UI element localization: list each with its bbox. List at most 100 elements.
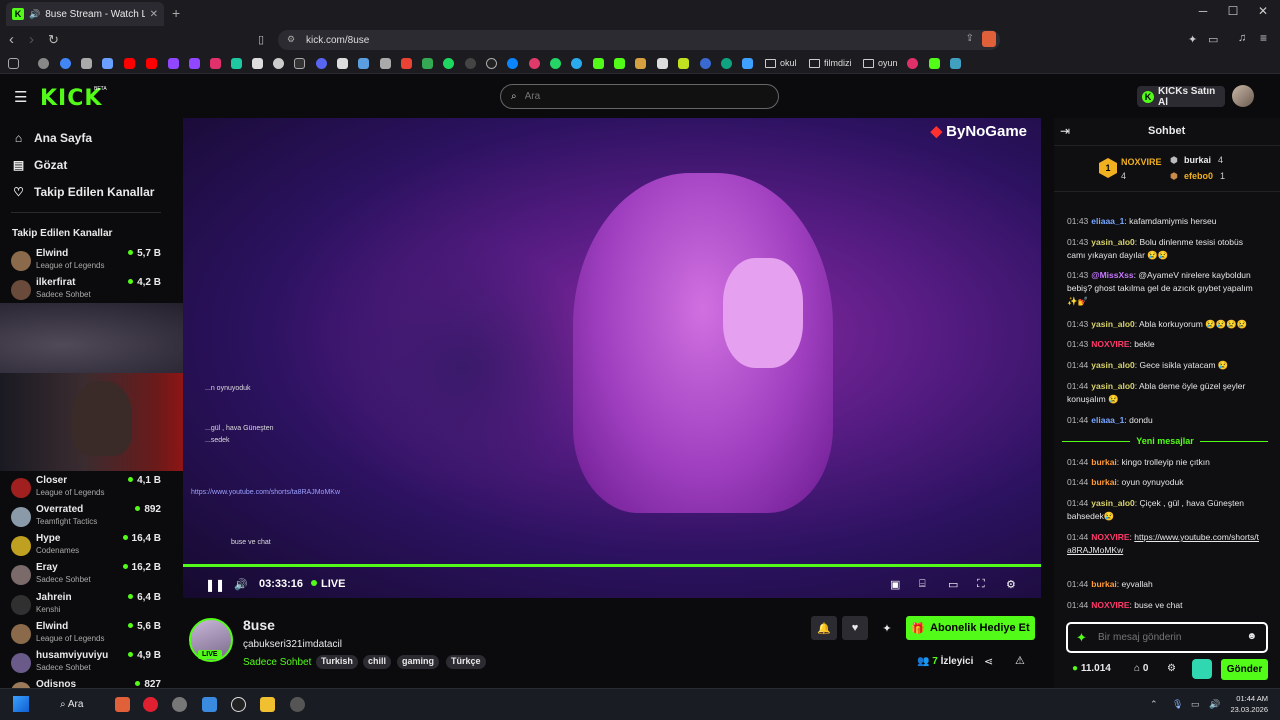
sidebar-channel-item[interactable]: Hype Codenames 16,4 B — [11, 532, 161, 560]
bookmark-kick-icon[interactable] — [929, 58, 940, 69]
chat-input-box[interactable]: ✦ ☻ — [1066, 622, 1268, 653]
gifts-count[interactable]: ⌂ 0 — [1134, 663, 1148, 674]
message-username[interactable]: yasin_alo0 — [1091, 319, 1134, 329]
volume-tray-icon[interactable]: 🔊 — [1209, 699, 1220, 710]
chat-message[interactable]: 01:44 burkai: eyvallah — [1067, 578, 1262, 591]
user-avatar[interactable] — [1232, 85, 1254, 107]
volume-icon[interactable]: 🔊 — [234, 578, 248, 591]
video-progress-bar[interactable] — [183, 564, 1041, 567]
bookmark-whatsapp-icon[interactable] — [550, 58, 561, 69]
media-icon[interactable]: ♫ — [1238, 32, 1246, 44]
bookmark-github-icon[interactable] — [486, 58, 497, 69]
streamer-name[interactable]: 8use — [243, 617, 275, 633]
chat-message[interactable]: 01:44 eliaaa_1: dondu — [1067, 414, 1262, 427]
fullscreen-icon[interactable]: ⛶ — [977, 578, 985, 591]
message-username[interactable]: burkai — [1091, 477, 1117, 487]
tray-chevron-icon[interactable]: ⌃ — [1150, 699, 1158, 710]
tag-gaming[interactable]: gaming — [397, 655, 440, 669]
mic-icon[interactable]: 🎙 — [1172, 699, 1183, 710]
chat-message[interactable]: 01:44 burkai: kingo trolleyip nie çıtkın — [1067, 456, 1262, 469]
apps-icon[interactable] — [8, 58, 19, 69]
chat-message[interactable]: 01:44 yasin_alo0: Abla deme öyle güzel şe… — [1067, 380, 1262, 406]
sidebar-channel-item[interactable]: Eray Sadece Sohbet 16,2 B — [11, 561, 161, 589]
message-username[interactable]: eliaaa_1 — [1091, 415, 1124, 425]
bookmark-x-icon[interactable] — [252, 58, 263, 69]
share-icon[interactable]: ⋖ — [984, 655, 993, 668]
tag-chill[interactable]: chill — [363, 655, 392, 669]
chat-message[interactable]: 01:44 yasin_alo0: Gece isikla yatacam 😢 — [1067, 359, 1262, 372]
close-window-button[interactable]: ✕ — [1248, 4, 1278, 18]
message-username[interactable]: eliaaa_1 — [1091, 216, 1124, 226]
bookmark-site-icon[interactable] — [678, 58, 689, 69]
message-username[interactable]: yasin_alo0 — [1091, 381, 1134, 391]
pause-icon[interactable]: ❚❚ — [205, 578, 225, 592]
forward-icon[interactable]: › — [29, 31, 34, 48]
taskbar-file-explorer-icon[interactable] — [260, 697, 275, 712]
chat-message[interactable]: 01:43 NOXVIRE: bekle — [1067, 338, 1262, 351]
taskbar-app-icon[interactable] — [290, 697, 305, 712]
chat-message[interactable]: 01:43 eliaaa_1: kafamdamiymis herseu — [1067, 215, 1262, 228]
kicks-balance[interactable]: ● 11.014 — [1072, 663, 1111, 674]
message-username[interactable]: yasin_alo0 — [1091, 360, 1134, 370]
pip-icon[interactable]: ▣ — [890, 578, 900, 591]
extensions-icon[interactable]: ✦ — [1188, 33, 1197, 46]
bookmark-discord-icon[interactable] — [316, 58, 327, 69]
sidebar-channel-item[interactable]: Jahrein Kenshi 6,4 B — [11, 591, 161, 619]
bookmark-folder-filmdizi[interactable]: filmdizi — [809, 58, 852, 68]
settings-gear-icon[interactable]: ⚙ — [1006, 578, 1016, 591]
clock-date[interactable]: 23.03.2026 — [1224, 705, 1268, 714]
new-tab-button[interactable]: + — [172, 5, 180, 21]
sparkle-icon[interactable]: ✦ — [874, 616, 900, 640]
bookmark-drive-icon[interactable] — [422, 58, 433, 69]
message-username[interactable]: NOXVIRE — [1091, 339, 1129, 349]
bookmark-site-icon[interactable] — [742, 58, 753, 69]
message-username[interactable]: NOXVIRE — [1091, 600, 1129, 610]
tag-turkce[interactable]: Türkçe — [446, 655, 486, 669]
minimize-button[interactable]: ─ — [1188, 4, 1218, 18]
sidebar-item-home[interactable]: ⌂ Ana Sayfa — [12, 131, 92, 145]
video-player[interactable]: ◆ ByNoGame ...n oynuyoduk ...gül , hava … — [183, 118, 1041, 598]
clip-icon[interactable]: ⌸ — [919, 578, 926, 591]
bookmark-site-icon[interactable] — [81, 58, 92, 69]
message-username[interactable]: burkai — [1091, 457, 1117, 467]
search-input[interactable] — [524, 91, 745, 102]
sidebar-channel-item[interactable]: Overrated Teamfight Tactics 892 — [11, 503, 161, 531]
bookmark-history-icon[interactable] — [38, 58, 49, 69]
subscribe-gift-button[interactable]: 🎁 Abonelik Hediye Et — [906, 616, 1035, 640]
windows-start-icon[interactable] — [13, 696, 29, 712]
brave-shield-icon[interactable] — [982, 31, 996, 47]
bookmark-site-icon[interactable] — [231, 58, 242, 69]
bookmark-site-icon[interactable] — [907, 58, 918, 69]
hamburger-menu-icon[interactable]: ☰ — [14, 88, 27, 106]
reload-icon[interactable]: ↻ — [48, 32, 59, 48]
sidebar-channel-item[interactable]: Elwind League of Legends 5,7 B — [11, 247, 161, 275]
bookmark-youtube-icon[interactable] — [146, 58, 157, 69]
bookmark-site-icon[interactable] — [102, 58, 113, 69]
chat-message[interactable]: 01:43 yasin_alo0: Abla korkuyorum 😢😢😢😢 — [1067, 318, 1262, 331]
bookmark-kick-icon[interactable] — [593, 58, 604, 69]
site-info-icon[interactable]: ⚙ — [287, 34, 295, 45]
url-field[interactable]: ⚙ kick.com/8use ⇪ — [278, 30, 1000, 50]
taskbar-app-icon[interactable] — [172, 697, 187, 712]
taskbar-app-icon[interactable] — [231, 697, 246, 712]
bookmark-folder-okul[interactable]: okul — [765, 58, 797, 68]
stream-category[interactable]: Sadece Sohbet — [243, 657, 311, 668]
sidebar-channel-item[interactable]: Elwind League of Legends 5,6 B — [11, 620, 161, 648]
chat-message[interactable]: 01:44 burkai: oyun oynuyoduk — [1067, 476, 1262, 489]
share-icon[interactable]: ⇪ — [966, 33, 974, 44]
taskbar-brave-icon[interactable] — [115, 697, 130, 712]
chat-message[interactable]: 01:44 NOXVIRE: buse ve chat — [1067, 599, 1262, 612]
chat-message[interactable]: 01:43 @MissXss: @AyameV nirelere kayboldu… — [1067, 269, 1262, 308]
bookmark-twitch-icon[interactable] — [168, 58, 179, 69]
bookmark-site-icon[interactable] — [657, 58, 668, 69]
bookmark-telegram-icon[interactable] — [571, 58, 582, 69]
bookmark-site-icon[interactable] — [380, 58, 391, 69]
close-tab-icon[interactable]: ✕ — [150, 9, 158, 20]
buy-kicks-button[interactable]: K KICKs Satın Al — [1137, 86, 1225, 108]
emote-button-icon[interactable] — [1192, 659, 1212, 679]
bookmark-chatgpt-icon[interactable] — [721, 58, 732, 69]
theater-mode-icon[interactable]: ▭ — [948, 578, 958, 591]
bookmark-instagram-icon[interactable] — [210, 58, 221, 69]
search-box[interactable]: ⌕ — [500, 84, 779, 109]
bookmark-icon[interactable]: ▯ — [258, 33, 264, 46]
